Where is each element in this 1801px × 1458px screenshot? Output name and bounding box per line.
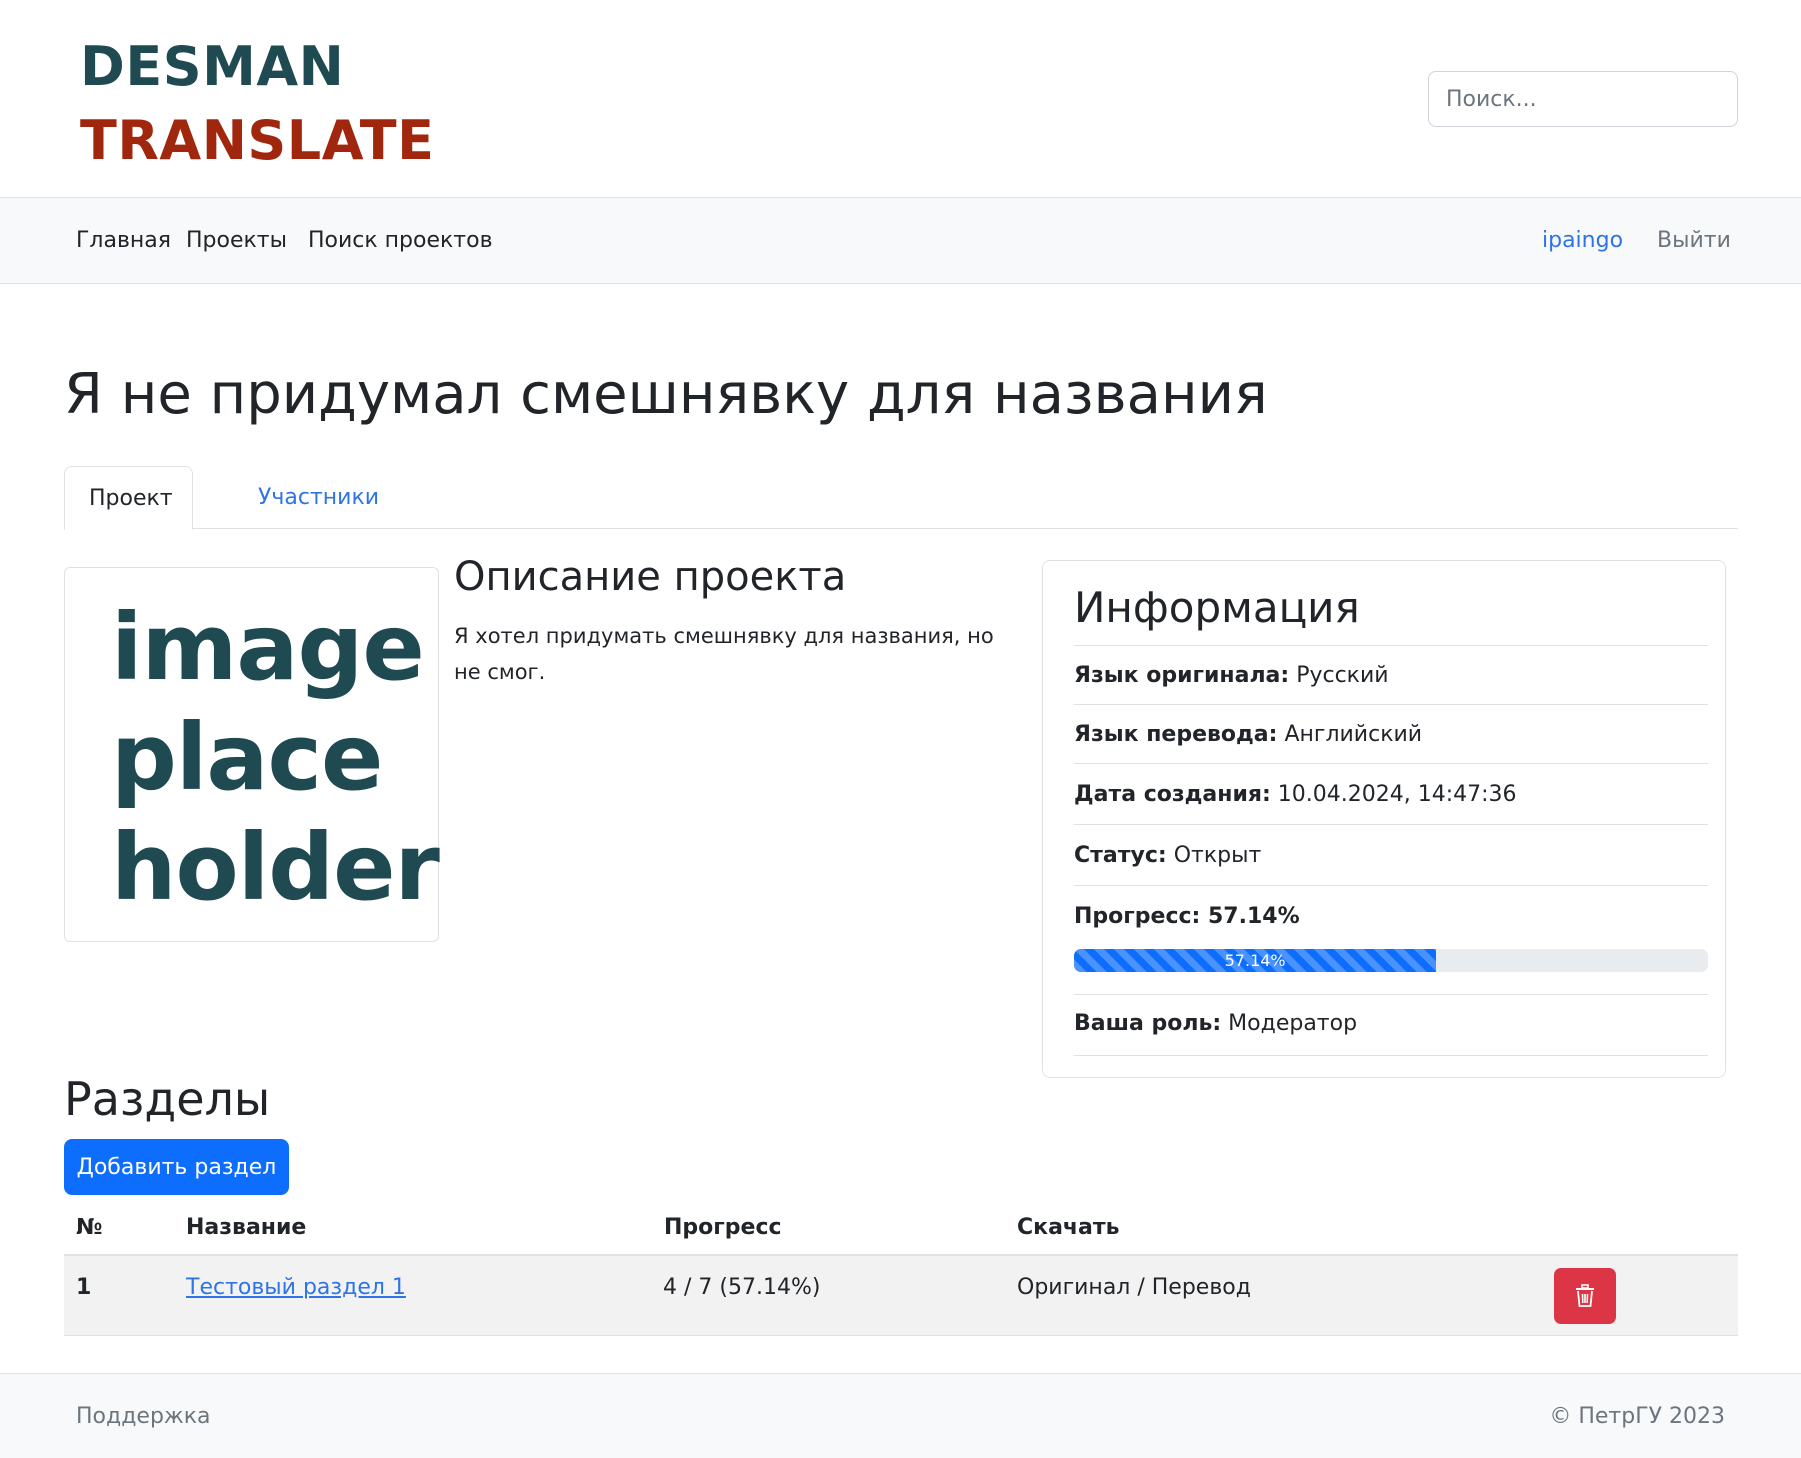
created-value: 10.04.2024, 14:47:36 — [1277, 782, 1517, 807]
description-title: Описание проекта — [454, 554, 847, 600]
tab-members[interactable]: Участники — [258, 466, 379, 529]
project-tabs: Проект Участники — [64, 466, 1738, 530]
info-status: Статус: Открыт — [1074, 824, 1708, 885]
image-placeholder-line-1: image — [111, 594, 425, 701]
column-header-name: Название — [186, 1215, 307, 1240]
description-text: Я хотел придумать смешнявку для названия… — [454, 624, 994, 684]
page: DESMAN TRANSLATE Главная Проекты Поиск п… — [0, 0, 1801, 1458]
progress-label: Прогресс: 57.14% — [1074, 904, 1300, 929]
delete-section-button[interactable] — [1554, 1268, 1616, 1324]
table-row: 1 Тестовый раздел 1 4 / 7 (57.14%) Ориги… — [64, 1256, 1738, 1336]
site-logo[interactable]: DESMAN TRANSLATE — [80, 30, 435, 178]
target-language-value: Английский — [1284, 722, 1423, 747]
nav-logout[interactable]: Выйти — [1657, 198, 1731, 284]
project-image: image place holder — [64, 567, 440, 942]
info-title: Информация — [1074, 583, 1360, 632]
source-language-label: Язык оригинала: — [1074, 663, 1290, 688]
add-section-button[interactable]: Добавить раздел — [64, 1139, 289, 1195]
row-download-links[interactable]: Оригинал / Перевод — [1017, 1256, 1251, 1320]
row-progress: 4 / 7 (57.14%) — [663, 1275, 821, 1300]
progress-bar: 57.14% — [1074, 949, 1708, 972]
progress-bar-fill: 57.14% — [1074, 949, 1437, 972]
column-header-download: Скачать — [1017, 1215, 1120, 1240]
row-number: 1 — [76, 1275, 92, 1300]
source-language-value: Русский — [1296, 663, 1389, 688]
image-placeholder-line-3: holder — [111, 814, 440, 921]
search-input[interactable] — [1428, 71, 1738, 127]
nav-user-link[interactable]: ipaingo — [1542, 198, 1623, 284]
image-placeholder-line-2: place — [111, 704, 383, 811]
site-header: DESMAN TRANSLATE — [0, 0, 1801, 198]
sections-title: Разделы — [64, 1072, 271, 1126]
page-title: Я не придумал смешнявку для названия — [64, 362, 1268, 427]
role-value: Модератор — [1228, 1011, 1358, 1036]
copyright: © ПетрГУ 2023 — [1549, 1404, 1725, 1429]
site-footer: Поддержка © ПетрГУ 2023 — [0, 1373, 1801, 1458]
target-language-label: Язык перевода: — [1074, 722, 1278, 747]
info-target-language: Язык перевода: Английский — [1074, 704, 1708, 763]
info-created: Дата создания: 10.04.2024, 14:47:36 — [1074, 763, 1708, 824]
column-header-number: № — [76, 1215, 103, 1240]
status-value: Открыт — [1173, 843, 1262, 868]
column-header-progress: Прогресс — [664, 1215, 782, 1240]
info-role: Ваша роль: Модератор — [1074, 994, 1708, 1056]
tab-project[interactable]: Проект — [64, 466, 193, 530]
created-label: Дата создания: — [1074, 782, 1271, 807]
support-link[interactable]: Поддержка — [76, 1374, 211, 1458]
trash-icon — [1576, 1284, 1594, 1307]
logo-line-2: TRANSLATE — [80, 109, 435, 172]
logo-line-1: DESMAN — [80, 35, 345, 98]
role-label: Ваша роль: — [1074, 1011, 1222, 1036]
nav-projects[interactable]: Проекты — [186, 198, 287, 284]
section-link[interactable]: Тестовый раздел 1 — [186, 1256, 406, 1320]
info-source-language: Язык оригинала: Русский — [1074, 645, 1708, 704]
info-card: Информация Язык оригинала: Русский Язык … — [1042, 560, 1726, 1078]
main-navbar: Главная Проекты Поиск проектов ipaingo В… — [0, 198, 1801, 284]
nav-project-search[interactable]: Поиск проектов — [308, 198, 493, 284]
nav-home[interactable]: Главная — [76, 198, 171, 284]
status-label: Статус: — [1074, 843, 1167, 868]
